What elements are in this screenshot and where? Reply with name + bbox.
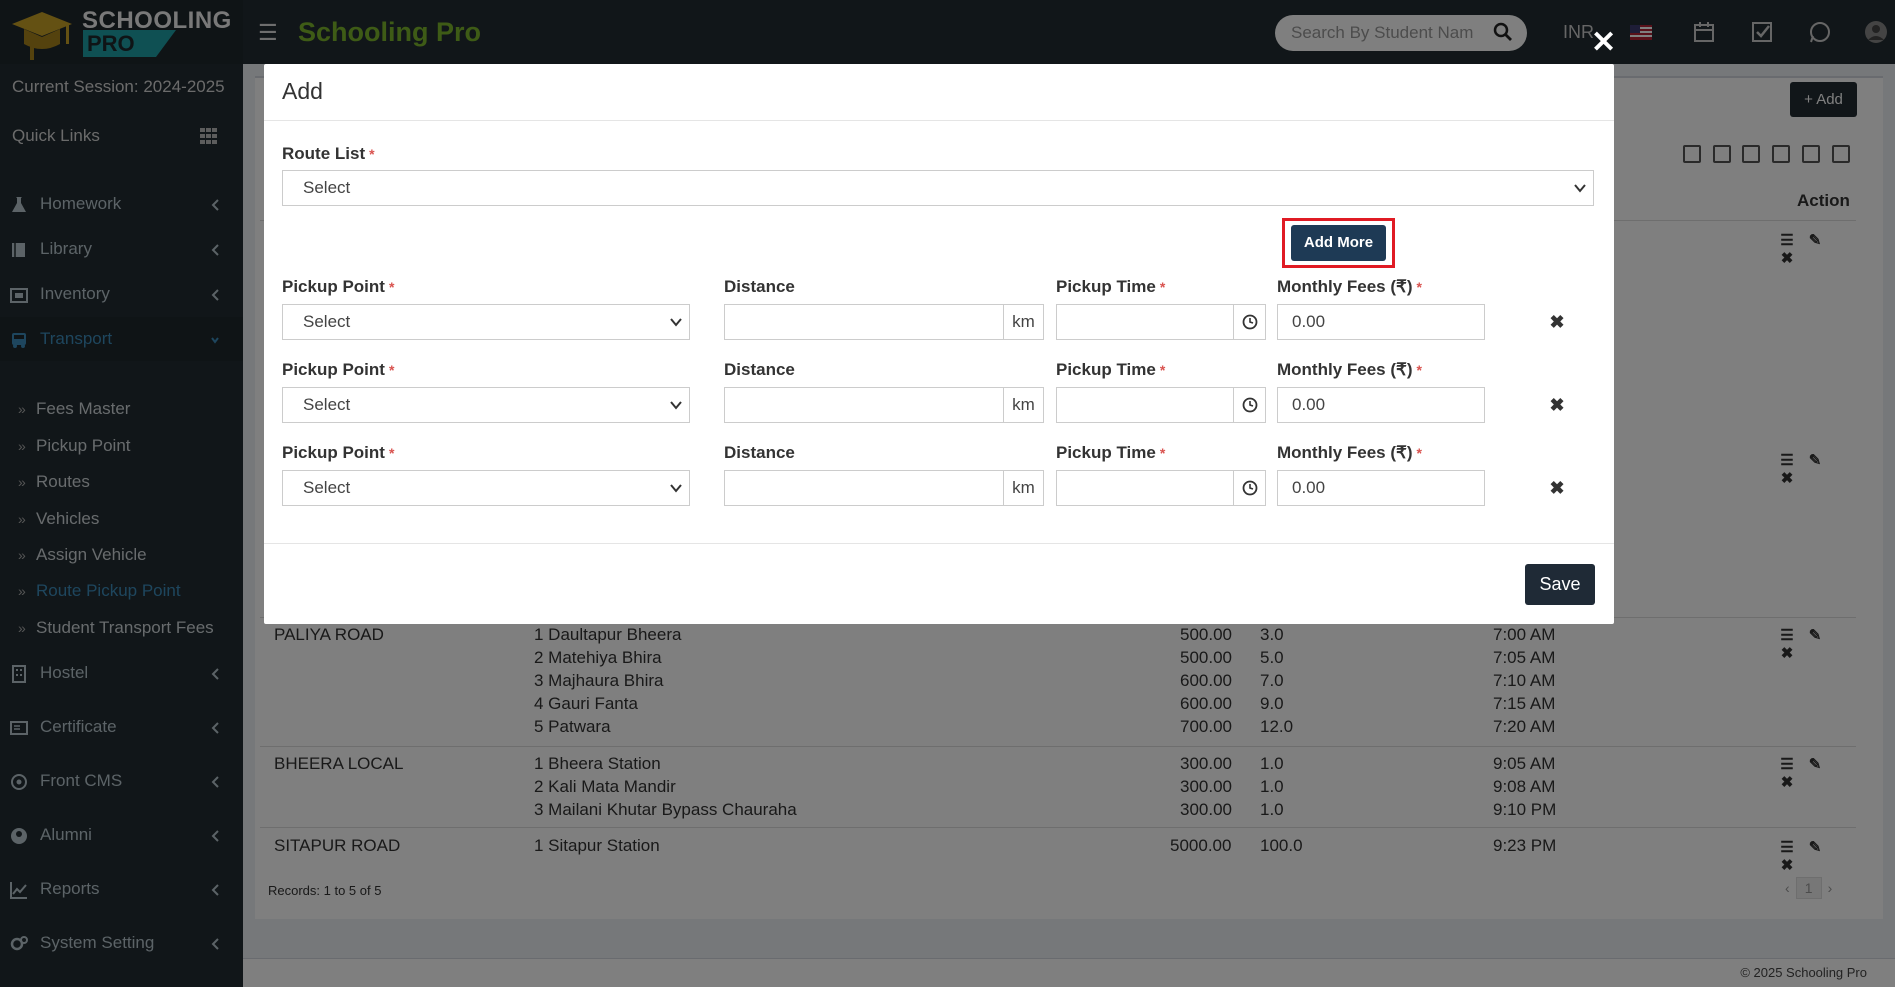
monthly-fees-input[interactable]: 0.00 xyxy=(1277,387,1485,423)
chevron-down-icon xyxy=(670,318,682,327)
monthly-fees-label: Monthly Fees (₹) * xyxy=(1277,277,1422,296)
monthly-fees-input[interactable]: 0.00 xyxy=(1277,304,1485,340)
pickup-point-select[interactable]: Select xyxy=(282,387,690,423)
distance-input[interactable] xyxy=(724,387,1004,423)
chevron-down-icon xyxy=(670,401,682,410)
monthly-fees-input[interactable]: 0.00 xyxy=(1277,470,1485,506)
pickup-time-label: Pickup Time * xyxy=(1056,277,1166,296)
add-more-button[interactable]: Add More xyxy=(1291,225,1386,261)
modal-footer: Save xyxy=(264,543,1614,624)
modal-header: Add xyxy=(264,64,1614,121)
pickup-point-label: Pickup Point * xyxy=(282,443,395,462)
close-icon[interactable]: ✕ xyxy=(1591,28,1616,58)
save-button[interactable]: Save xyxy=(1525,564,1595,605)
monthly-fees-label: Monthly Fees (₹) * xyxy=(1277,443,1422,462)
km-addon: km xyxy=(1004,387,1044,423)
distance-input[interactable] xyxy=(724,470,1004,506)
monthly-fees-label: Monthly Fees (₹) * xyxy=(1277,360,1422,379)
pickup-time-label: Pickup Time * xyxy=(1056,360,1166,379)
pickup-time-label: Pickup Time * xyxy=(1056,443,1166,462)
add-more-highlight: Add More xyxy=(1282,218,1395,268)
clock-icon-addon[interactable] xyxy=(1234,304,1266,340)
km-addon: km xyxy=(1004,304,1044,340)
pickup-point-select[interactable]: Select xyxy=(282,304,690,340)
clock-icon-addon[interactable] xyxy=(1234,387,1266,423)
distance-label: Distance xyxy=(724,277,795,296)
add-route-pickup-modal: Add Route List * Select Add More Pickup P… xyxy=(264,64,1614,624)
remove-row-icon[interactable]: ✖ xyxy=(1547,312,1567,332)
chevron-down-icon xyxy=(1574,184,1586,193)
modal-title: Add xyxy=(282,78,323,104)
distance-label: Distance xyxy=(724,360,795,379)
clock-icon xyxy=(1242,314,1257,330)
pickup-point-select[interactable]: Select xyxy=(282,470,690,506)
clock-icon xyxy=(1242,397,1257,413)
pickup-point-label: Pickup Point * xyxy=(282,277,395,296)
clock-icon xyxy=(1242,480,1257,496)
km-addon: km xyxy=(1004,470,1044,506)
distance-label: Distance xyxy=(724,443,795,462)
route-list-label: Route List * xyxy=(282,144,375,163)
remove-row-icon[interactable]: ✖ xyxy=(1547,478,1567,498)
clock-icon-addon[interactable] xyxy=(1234,470,1266,506)
pickup-time-input[interactable] xyxy=(1056,470,1234,506)
route-list-select[interactable]: Select xyxy=(282,170,1594,206)
pickup-time-input[interactable] xyxy=(1056,304,1234,340)
chevron-down-icon xyxy=(670,484,682,493)
pickup-point-label: Pickup Point * xyxy=(282,360,395,379)
distance-input[interactable] xyxy=(724,304,1004,340)
pickup-time-input[interactable] xyxy=(1056,387,1234,423)
remove-row-icon[interactable]: ✖ xyxy=(1547,395,1567,415)
